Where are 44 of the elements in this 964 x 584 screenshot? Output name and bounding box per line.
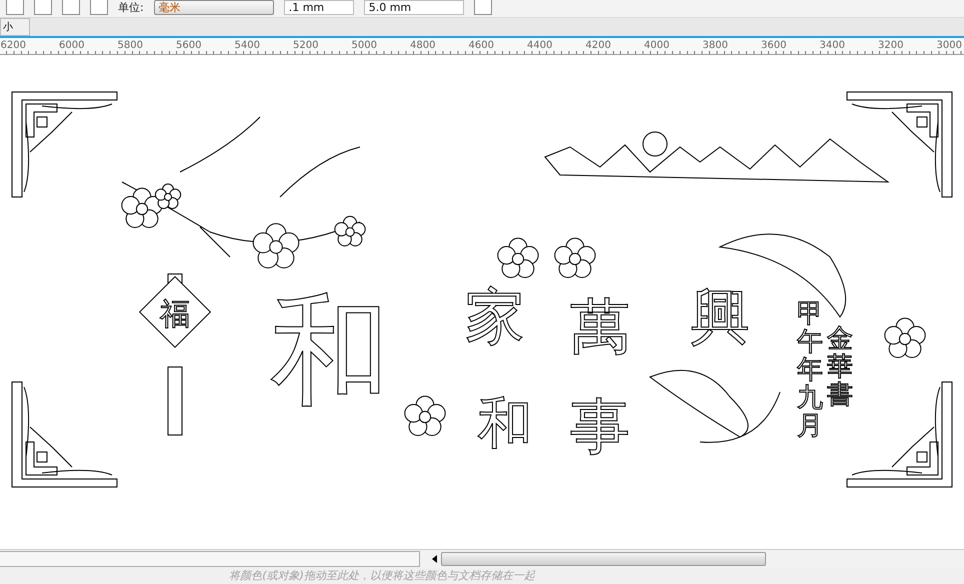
lantern-tassel bbox=[168, 366, 182, 436]
unit-label: 单位: bbox=[118, 0, 144, 15]
ruler-label: 5600 bbox=[175, 38, 202, 53]
ruler-label: 5400 bbox=[234, 38, 261, 53]
toolbar-icon[interactable] bbox=[34, 0, 52, 15]
ruler-label: 3000 bbox=[936, 38, 963, 53]
duplicate-field[interactable]: 5.0 mm bbox=[364, 0, 464, 15]
status-hint: 将颜色(或对象)拖动至此处，以便将这些颜色与文档存储在一起 bbox=[229, 568, 535, 584]
calligraphy-character: 家 bbox=[465, 282, 525, 352]
toolbar-icon[interactable] bbox=[62, 0, 80, 15]
calligraphy-character: 興 bbox=[690, 282, 750, 352]
ruler-label: 5000 bbox=[350, 38, 378, 53]
scrollbar-thumb[interactable] bbox=[441, 552, 766, 566]
toolbar-icon[interactable] bbox=[474, 0, 492, 15]
ruler-label: 3800 bbox=[702, 38, 729, 53]
ruler-label: 5800 bbox=[116, 38, 144, 53]
toolbar-icon[interactable] bbox=[90, 0, 108, 15]
color-palette-tray[interactable] bbox=[0, 551, 420, 568]
ruler-label: 6000 bbox=[58, 38, 86, 53]
flower-drawing bbox=[497, 238, 539, 278]
ruler-label: 3400 bbox=[818, 38, 846, 53]
ruler-label: 4800 bbox=[409, 38, 436, 53]
flower-drawing bbox=[404, 396, 446, 436]
toolbar-icon[interactable] bbox=[6, 0, 24, 15]
ruler-label: 6200 bbox=[0, 38, 27, 53]
ruler-label: 3600 bbox=[760, 38, 788, 53]
flower-drawing bbox=[884, 318, 926, 358]
calligraphy-column: 甲午年九月 bbox=[797, 299, 823, 442]
calligraphy-character: 福 bbox=[160, 297, 190, 332]
nudge-field[interactable]: .1 mm bbox=[284, 0, 354, 15]
ruler-label: 4600 bbox=[468, 38, 495, 53]
flower-drawing bbox=[554, 238, 596, 278]
ruler-corner: 小 bbox=[0, 18, 30, 36]
ruler-label: 4000 bbox=[643, 38, 670, 53]
ruler-label: 4400 bbox=[526, 38, 554, 53]
calligraphy-character: 事 bbox=[570, 392, 630, 462]
unit-dropdown[interactable]: 毫米 bbox=[154, 0, 274, 15]
calligraphy-character: 和 bbox=[478, 391, 532, 456]
sun-drawing bbox=[642, 132, 668, 157]
ruler-label: 5200 bbox=[292, 38, 320, 53]
calligraphy-character: 和 bbox=[270, 282, 390, 422]
ruler-label: 3200 bbox=[877, 38, 904, 53]
calligraphy-character: 萬 bbox=[570, 292, 630, 362]
ruler-label: 4200 bbox=[584, 38, 612, 53]
